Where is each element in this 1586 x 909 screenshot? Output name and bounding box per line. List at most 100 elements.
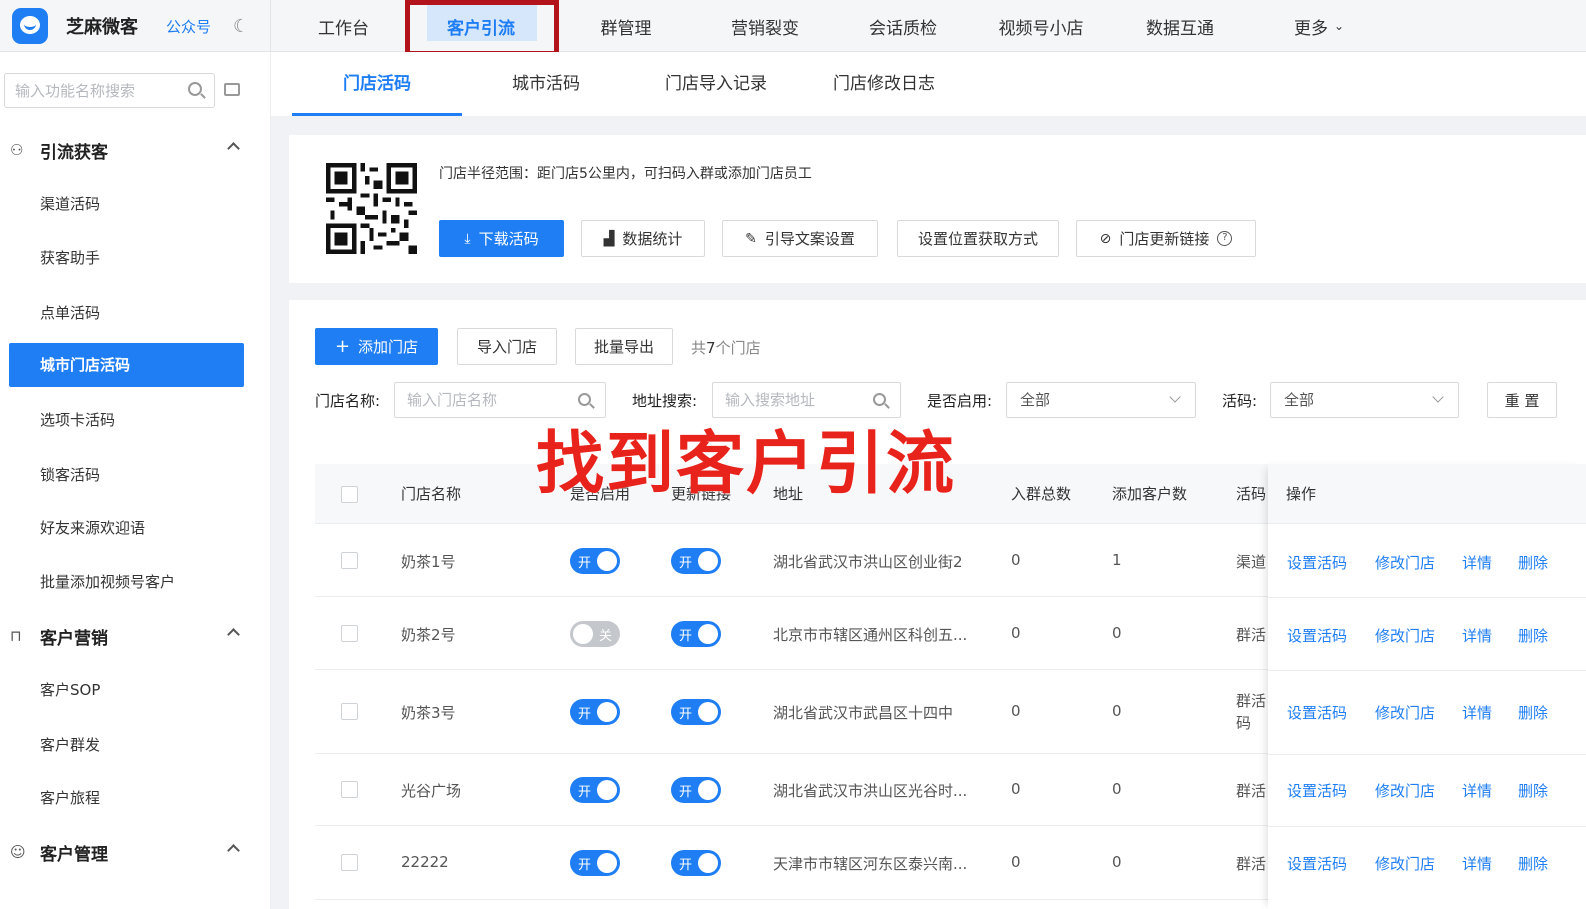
batch-export-button[interactable]: 批量导出 xyxy=(575,328,673,365)
row-checkbox[interactable] xyxy=(341,625,358,642)
add-store-button[interactable]: + 添加门店 xyxy=(315,328,438,365)
sidebar-item-tab-code[interactable]: 选项卡活码 xyxy=(40,405,115,435)
nav-more-label: 更多 xyxy=(1293,18,1328,39)
reset-button[interactable]: 重 置 xyxy=(1487,382,1557,418)
set-code-link[interactable]: 设置活码 xyxy=(1287,702,1347,723)
sidebar-group-management[interactable]: ☺ 客户管理 xyxy=(0,832,271,872)
guide-text-button[interactable]: ✎ 引导文案设置 xyxy=(722,220,878,257)
sidebar-item-mass-send[interactable]: 客户群发 xyxy=(40,730,100,760)
sidebar-item-lock-code[interactable]: 锁客活码 xyxy=(40,460,100,490)
details-link[interactable]: 详情 xyxy=(1462,702,1492,723)
sidebar-group-acquisition[interactable]: ⚇ 引流获客 xyxy=(0,130,271,170)
nav-marketing[interactable]: 营销裂变 xyxy=(706,0,824,52)
delete-link[interactable]: 删除 xyxy=(1518,780,1548,801)
nav-session-qc[interactable]: 会话质检 xyxy=(824,0,982,52)
details-link[interactable]: 详情 xyxy=(1462,625,1492,646)
update-link-toggle[interactable]: 开 xyxy=(671,850,721,876)
top-bar: 芝麻微客 公众号 ☾ 工作台 客户引流 群管理 营销裂变 会话质检 视频号小店 … xyxy=(0,0,1586,56)
store-name-label: 门店名称: xyxy=(315,392,381,410)
row-checkbox[interactable] xyxy=(341,854,358,871)
sidebar-search[interactable] xyxy=(4,73,215,108)
update-link-toggle[interactable]: 开 xyxy=(671,548,721,574)
delete-link[interactable]: 删除 xyxy=(1518,702,1548,723)
row-checkbox[interactable] xyxy=(341,781,358,798)
chevron-up-icon[interactable] xyxy=(227,628,240,641)
cell-store-name: 奶茶2号 xyxy=(401,626,456,644)
sidebar-group-marketing[interactable]: ⊓ 客户营销 xyxy=(0,616,271,656)
location-method-button[interactable]: 设置位置获取方式 xyxy=(897,220,1059,257)
sidebar-item-acquisition-assistant[interactable]: 获客助手 xyxy=(40,243,100,273)
code-select[interactable]: 全部 xyxy=(1270,382,1459,418)
enabled-toggle[interactable]: 关 xyxy=(570,621,620,647)
enabled-toggle[interactable]: 开 xyxy=(570,777,620,803)
update-link-toggle[interactable]: 开 xyxy=(671,699,721,725)
search-icon[interactable] xyxy=(188,82,202,96)
nav-customer-acquisition[interactable]: 客户引流 xyxy=(416,0,546,52)
cell-group-total: 0 xyxy=(1011,702,1021,720)
cell-group-total: 0 xyxy=(1011,624,1021,642)
details-link[interactable]: 详情 xyxy=(1462,780,1492,801)
edit-store-link[interactable]: 修改门店 xyxy=(1375,853,1435,874)
chevron-up-icon[interactable] xyxy=(227,844,240,857)
data-stats-button[interactable]: ▟ 数据统计 xyxy=(581,220,705,257)
update-link-button[interactable]: ⊘ 门店更新链接? xyxy=(1076,220,1256,257)
delete-link[interactable]: 删除 xyxy=(1518,552,1548,573)
import-store-button[interactable]: 导入门店 xyxy=(457,328,557,365)
delete-link[interactable]: 删除 xyxy=(1518,853,1548,874)
update-link-toggle[interactable]: 开 xyxy=(671,777,721,803)
select-all-checkbox[interactable] xyxy=(341,486,358,503)
tab-store-code[interactable]: 门店活码 xyxy=(292,52,462,116)
edit-store-link[interactable]: 修改门店 xyxy=(1375,625,1435,646)
nav-video-shop[interactable]: 视频号小店 xyxy=(982,0,1100,52)
toggle-text: 开 xyxy=(679,556,693,571)
set-code-link[interactable]: 设置活码 xyxy=(1287,625,1347,646)
tab-import-records[interactable]: 门店导入记录 xyxy=(641,52,791,116)
download-code-button[interactable]: ⤓ 下载活码 xyxy=(439,220,564,257)
nav-workbench[interactable]: 工作台 xyxy=(271,0,416,52)
nav-group-management[interactable]: 群管理 xyxy=(546,0,706,52)
nav-more[interactable]: 更多 ⌄ xyxy=(1260,0,1378,52)
edit-store-link[interactable]: 修改门店 xyxy=(1375,702,1435,723)
sidebar-item-channel-code[interactable]: 渠道活码 xyxy=(40,189,100,219)
chevron-up-icon[interactable] xyxy=(227,142,240,155)
details-link[interactable]: 详情 xyxy=(1462,552,1492,573)
sidebar-item-welcome-message[interactable]: 好友来源欢迎语 xyxy=(40,513,145,543)
brand-sub-link[interactable]: 公众号 xyxy=(166,16,211,37)
cell-code: 渠道 xyxy=(1236,553,1267,571)
row-checkbox[interactable] xyxy=(341,552,358,569)
sidebar-item-batch-add-video[interactable]: 批量添加视频号客户 xyxy=(40,567,175,597)
nav-data-sync[interactable]: 数据互通 xyxy=(1100,0,1260,52)
set-code-link[interactable]: 设置活码 xyxy=(1287,853,1347,874)
set-code-link[interactable]: 设置活码 xyxy=(1287,780,1347,801)
cell-store-name: 光谷广场 xyxy=(401,782,462,800)
enabled-toggle[interactable]: 开 xyxy=(570,548,620,574)
moon-icon[interactable]: ☾ xyxy=(233,16,249,37)
toggle-text: 开 xyxy=(679,629,693,644)
enabled-toggle[interactable]: 开 xyxy=(570,699,620,725)
tab-city-code[interactable]: 城市活码 xyxy=(471,52,621,116)
enabled-toggle[interactable]: 开 xyxy=(570,850,620,876)
toggle-text: 开 xyxy=(679,707,693,722)
enabled-select[interactable]: 全部 xyxy=(1006,382,1196,418)
edit-store-link[interactable]: 修改门店 xyxy=(1375,552,1435,573)
delete-link[interactable]: 删除 xyxy=(1518,625,1548,646)
tab-modify-log[interactable]: 门店修改日志 xyxy=(809,52,959,116)
details-link[interactable]: 详情 xyxy=(1462,853,1492,874)
sidebar-item-order-code[interactable]: 点单活码 xyxy=(40,298,100,328)
collapse-icon[interactable] xyxy=(224,83,240,96)
sidebar-item-customer-journey[interactable]: 客户旅程 xyxy=(40,783,100,813)
help-icon[interactable]: ? xyxy=(1217,231,1233,246)
col-group-total: 入群总数 xyxy=(1011,485,1072,503)
cell-added: 0 xyxy=(1112,702,1122,720)
set-code-link[interactable]: 设置活码 xyxy=(1287,552,1347,573)
edit-store-link[interactable]: 修改门店 xyxy=(1375,780,1435,801)
store-name-input[interactable] xyxy=(407,383,557,417)
sidebar-search-input[interactable] xyxy=(15,74,185,107)
update-link-toggle[interactable]: 开 xyxy=(671,621,721,647)
operations-column: 操作 设置活码 修改门店 详情 删除 设置活码 修改门店 详情 删除 设置活码 … xyxy=(1268,464,1586,909)
sidebar-item-city-store-code[interactable]: 城市门店活码 xyxy=(9,343,244,387)
row-checkbox[interactable] xyxy=(341,703,358,720)
search-icon[interactable] xyxy=(578,393,591,406)
sidebar-item-customer-sop[interactable]: 客户SOP xyxy=(40,675,100,705)
search-icon[interactable] xyxy=(873,393,886,406)
